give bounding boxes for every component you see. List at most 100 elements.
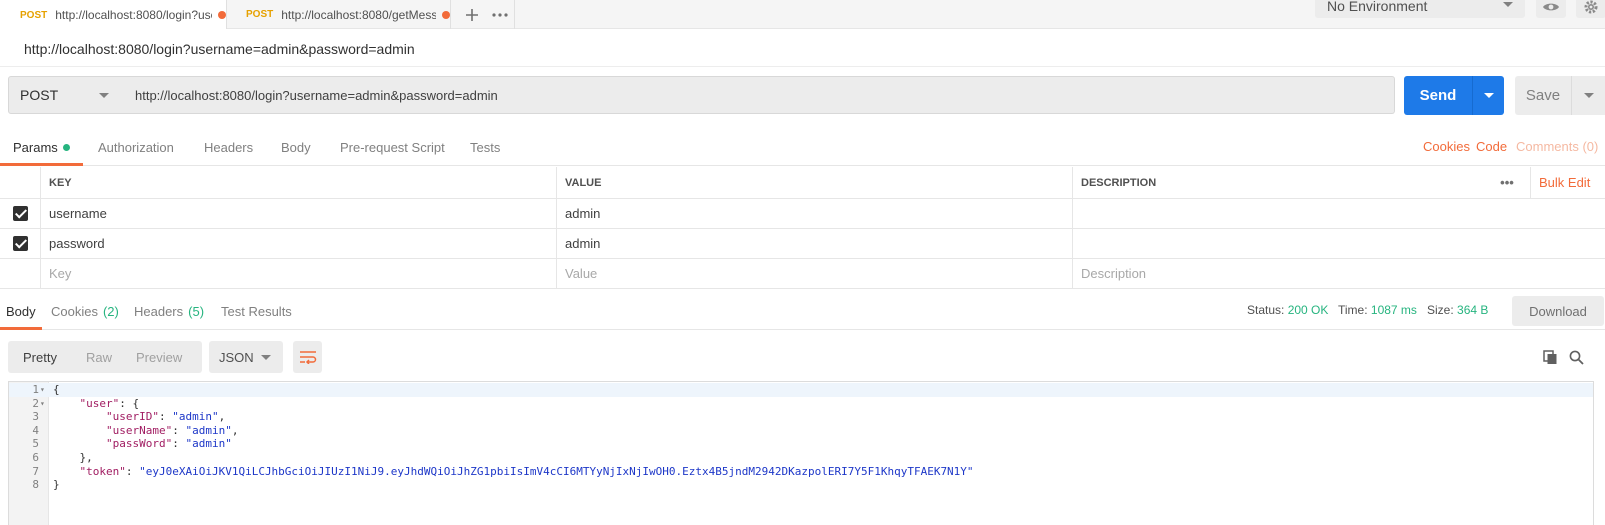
json-key: "passWord"	[105, 437, 173, 451]
response-tab-headers-label: Headers	[134, 303, 184, 319]
row-checkbox[interactable]	[0, 199, 40, 228]
fold-toggle-icon[interactable]: ▾	[40, 383, 45, 397]
code-text: "userName": "admin",	[53, 424, 238, 438]
chevron-down-icon	[261, 355, 271, 360]
tab-params[interactable]: Params	[13, 128, 70, 166]
time-value: 1087 ms	[1370, 303, 1417, 317]
tab-url: http://localhost:8080/login?username=adm…	[55, 8, 212, 22]
checkmark-icon	[12, 236, 28, 251]
response-tab-body[interactable]: Body	[6, 292, 36, 330]
json-punctuation: :	[172, 423, 186, 437]
json-punctuation: ,	[231, 423, 239, 437]
response-format-select[interactable]: JSON	[209, 341, 283, 373]
param-description-cell[interactable]	[1072, 199, 1605, 228]
response-view-switch: Pretty Raw Preview	[8, 341, 202, 373]
code-line: 2 ▾ "user": {	[9, 397, 1593, 411]
request-section-tabs: Params Authorization Headers Body Pre-re…	[0, 128, 1605, 166]
chevron-down-icon	[1484, 93, 1494, 98]
wrap-lines-icon[interactable]	[293, 341, 322, 373]
json-string: "admin"	[172, 410, 219, 424]
tab-params-label: Params	[13, 139, 58, 155]
bulk-edit-link[interactable]: Bulk Edit	[1530, 167, 1605, 198]
tab-pre-request-script[interactable]: Pre-request Script	[340, 128, 445, 166]
copy-icon[interactable]	[1539, 346, 1561, 368]
new-value-input[interactable]: Value	[556, 259, 1072, 288]
new-description-input[interactable]: Description	[1072, 259, 1605, 288]
download-button[interactable]: Download	[1512, 296, 1604, 326]
send-options-button[interactable]	[1472, 76, 1504, 115]
view-pretty[interactable]: Pretty	[23, 341, 57, 373]
save-options-button[interactable]	[1571, 76, 1605, 115]
code-line: 7 "token": "eyJ0eXAiOiJKV1QiLCJhbGciOiJI…	[9, 464, 1593, 479]
request-tab-login[interactable]: POST http://localhost:8080/login?usernam…	[0, 0, 226, 30]
table-more-icon[interactable]: •••	[1492, 167, 1522, 198]
column-header-value: VALUE	[556, 167, 1072, 198]
eye-icon[interactable]	[1536, 0, 1566, 18]
param-description-cell[interactable]	[1072, 229, 1605, 258]
tab-tests[interactable]: Tests	[470, 128, 500, 166]
param-value-cell[interactable]: admin	[556, 229, 1072, 258]
code-text: "passWord": "admin"	[53, 437, 232, 451]
environment-label: No Environment	[1327, 0, 1428, 14]
view-preview[interactable]: Preview	[136, 341, 182, 373]
http-method-label: POST	[20, 87, 59, 103]
code-link[interactable]: Code	[1476, 139, 1507, 154]
more-tabs-icon[interactable]	[486, 0, 514, 29]
code-line: 1 ▾ {	[9, 383, 1593, 397]
row-checkbox[interactable]	[0, 229, 40, 258]
json-punctuation	[53, 410, 106, 423]
json-string: "admin"	[185, 423, 232, 437]
json-punctuation	[53, 397, 80, 410]
line-number: 5	[32, 437, 39, 451]
http-method-select[interactable]: POST	[8, 76, 124, 114]
json-punctuation: {	[53, 383, 60, 396]
json-punctuation: }	[53, 478, 60, 492]
request-tab-getmessage[interactable]: POST http://localhost:8080/getMessage	[226, 0, 450, 29]
fold-toggle-icon[interactable]: ▾	[40, 397, 45, 411]
new-key-input[interactable]: Key	[40, 259, 556, 288]
cookies-link[interactable]: Cookies	[1423, 139, 1470, 154]
param-key-cell[interactable]: password	[40, 229, 556, 258]
active-tab-indicator	[0, 327, 42, 330]
json-key: "userName"	[105, 423, 173, 437]
code-line: 5 "passWord": "admin"	[9, 437, 1593, 451]
save-button[interactable]: Save	[1515, 76, 1571, 115]
tab-method: POST	[246, 9, 274, 20]
tab-url: http://localhost:8080/getMessage	[281, 7, 436, 22]
view-raw[interactable]: Raw	[86, 341, 112, 373]
code-text: "user": {	[53, 397, 140, 411]
response-tab-cookies[interactable]: Cookies (2)	[51, 292, 119, 330]
size-label: Size:	[1427, 303, 1454, 317]
table-row-new: Key Value Description	[0, 259, 1605, 289]
response-format-label: JSON	[219, 349, 254, 365]
json-punctuation	[53, 437, 106, 450]
code-text: {	[53, 383, 60, 397]
column-header-key: KEY	[40, 167, 556, 198]
environment-select[interactable]: No Environment	[1315, 0, 1525, 18]
response-body-editor[interactable]: 1 ▾{2 ▾ "user": {3 "userID": "admin", 4 "us…	[8, 381, 1594, 525]
tab-divider	[514, 0, 515, 29]
search-icon[interactable]	[1565, 346, 1587, 368]
param-key-cell[interactable]: username	[40, 199, 556, 228]
json-punctuation: :	[172, 437, 186, 451]
tab-body[interactable]: Body	[281, 128, 311, 166]
headers-count-badge: (5)	[188, 303, 205, 319]
settings-gear-icon[interactable]	[1576, 0, 1605, 18]
request-name: http://localhost:8080/login?username=adm…	[24, 41, 415, 57]
tab-headers[interactable]: Headers	[204, 128, 253, 166]
tab-authorization[interactable]: Authorization	[98, 128, 174, 166]
json-string: "eyJ0eXAiOiJKV1QiLCJhbGciOiJIUzI1NiJ9.ey…	[139, 464, 974, 478]
response-tab-headers[interactable]: Headers (5)	[134, 292, 204, 330]
send-button[interactable]: Send	[1404, 76, 1472, 115]
line-number: 1	[32, 383, 39, 396]
comments-link[interactable]: Comments (0)	[1516, 139, 1598, 154]
code-text: "userID": "admin",	[53, 410, 225, 424]
chevron-down-icon	[1503, 2, 1513, 7]
request-url-input[interactable]	[123, 76, 1395, 114]
response-tab-test-results[interactable]: Test Results	[221, 292, 292, 330]
params-active-dot-icon	[62, 143, 70, 151]
new-tab-plus-icon[interactable]	[458, 0, 486, 29]
param-value-cell[interactable]: admin	[556, 199, 1072, 228]
json-punctuation: :	[158, 410, 173, 424]
line-number: 8	[32, 478, 39, 492]
